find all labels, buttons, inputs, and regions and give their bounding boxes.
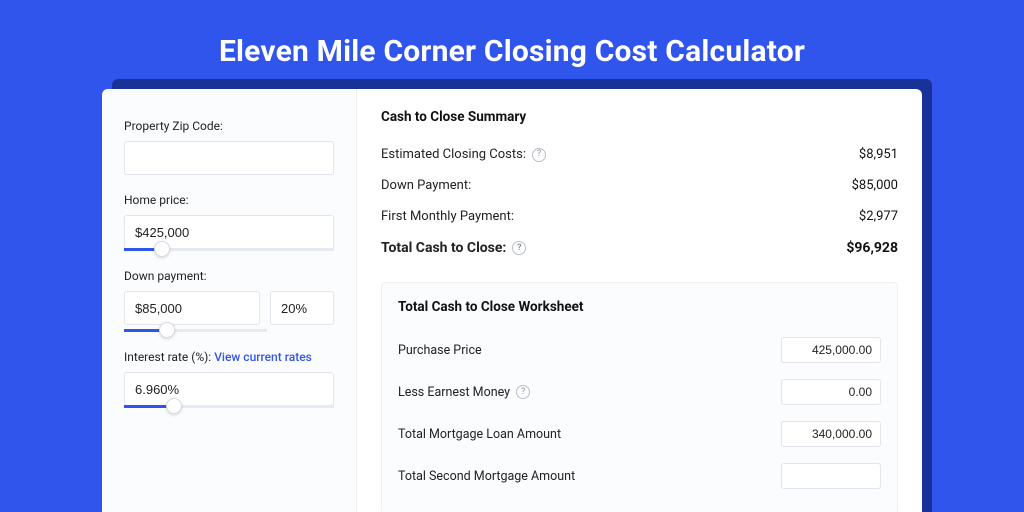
summary-label: Estimated Closing Costs:: [381, 147, 526, 162]
slider-thumb-icon[interactable]: [154, 241, 170, 257]
view-current-rates-link[interactable]: View current rates: [214, 350, 312, 364]
page-title: Eleven Mile Corner Closing Cost Calculat…: [0, 0, 1024, 89]
summary-row: First Monthly Payment: $2,977: [381, 201, 898, 232]
worksheet-input-earnest-money[interactable]: [781, 379, 881, 405]
help-icon[interactable]: ?: [512, 241, 526, 255]
summary-label: Down Payment:: [381, 178, 471, 193]
summary-value: $85,000: [852, 178, 898, 193]
summary-value: $8,951: [859, 147, 898, 162]
worksheet-input-mortgage-amount[interactable]: [781, 421, 881, 447]
down-payment-slider[interactable]: [124, 329, 267, 332]
summary-label: First Monthly Payment:: [381, 209, 514, 224]
summary-total-value: $96,928: [846, 240, 898, 256]
field-down-payment: Down payment:: [124, 269, 334, 332]
slider-thumb-icon[interactable]: [159, 322, 175, 338]
summary-title: Cash to Close Summary: [381, 109, 898, 125]
help-icon[interactable]: ?: [532, 148, 546, 162]
interest-rate-label: Interest rate (%): View current rates: [124, 350, 334, 364]
worksheet-input-purchase-price[interactable]: [781, 337, 881, 363]
summary-row: Estimated Closing Costs: ? $8,951: [381, 139, 898, 170]
down-payment-label: Down payment:: [124, 269, 334, 283]
interest-rate-slider-wrap: [124, 372, 334, 408]
summary-total-row: Total Cash to Close: ? $96,928: [381, 232, 898, 264]
worksheet-label: Total Second Mortgage Amount: [398, 469, 575, 484]
zip-input[interactable]: [124, 141, 334, 175]
help-icon[interactable]: ?: [516, 385, 530, 399]
field-home-price: Home price:: [124, 193, 334, 251]
worksheet-row: Total Second Mortgage Amount: [398, 455, 881, 497]
worksheet-section: Total Cash to Close Worksheet Purchase P…: [381, 282, 898, 512]
home-price-slider-wrap: [124, 215, 334, 251]
calculator-panel-wrap: Property Zip Code: Home price: Down paym…: [102, 89, 922, 512]
down-payment-percent-input[interactable]: [270, 291, 334, 325]
worksheet-label: Less Earnest Money: [398, 385, 510, 400]
summary-total-label: Total Cash to Close:: [381, 240, 506, 256]
worksheet-row: Total Mortgage Loan Amount: [398, 413, 881, 455]
worksheet-input-second-mortgage[interactable]: [781, 463, 881, 489]
field-interest-rate: Interest rate (%): View current rates: [124, 350, 334, 408]
home-price-label: Home price:: [124, 193, 334, 207]
worksheet-label: Total Mortgage Loan Amount: [398, 427, 561, 442]
calculator-panel: Property Zip Code: Home price: Down paym…: [102, 89, 922, 512]
interest-rate-slider[interactable]: [124, 405, 334, 408]
interest-rate-label-text: Interest rate (%):: [124, 350, 214, 364]
worksheet-row: Less Earnest Money ?: [398, 371, 881, 413]
interest-rate-input[interactable]: [124, 372, 334, 406]
slider-thumb-icon[interactable]: [166, 398, 182, 414]
inputs-sidebar: Property Zip Code: Home price: Down paym…: [102, 89, 357, 512]
zip-label: Property Zip Code:: [124, 119, 334, 133]
summary-row: Down Payment: $85,000: [381, 170, 898, 201]
worksheet-row: Purchase Price: [398, 329, 881, 371]
worksheet-title: Total Cash to Close Worksheet: [398, 299, 881, 315]
worksheet-label: Purchase Price: [398, 343, 482, 358]
home-price-slider[interactable]: [124, 248, 334, 251]
summary-value: $2,977: [859, 209, 898, 224]
results-panel: Cash to Close Summary Estimated Closing …: [357, 89, 922, 512]
field-zip: Property Zip Code:: [124, 119, 334, 175]
down-payment-amount-input[interactable]: [124, 291, 260, 325]
